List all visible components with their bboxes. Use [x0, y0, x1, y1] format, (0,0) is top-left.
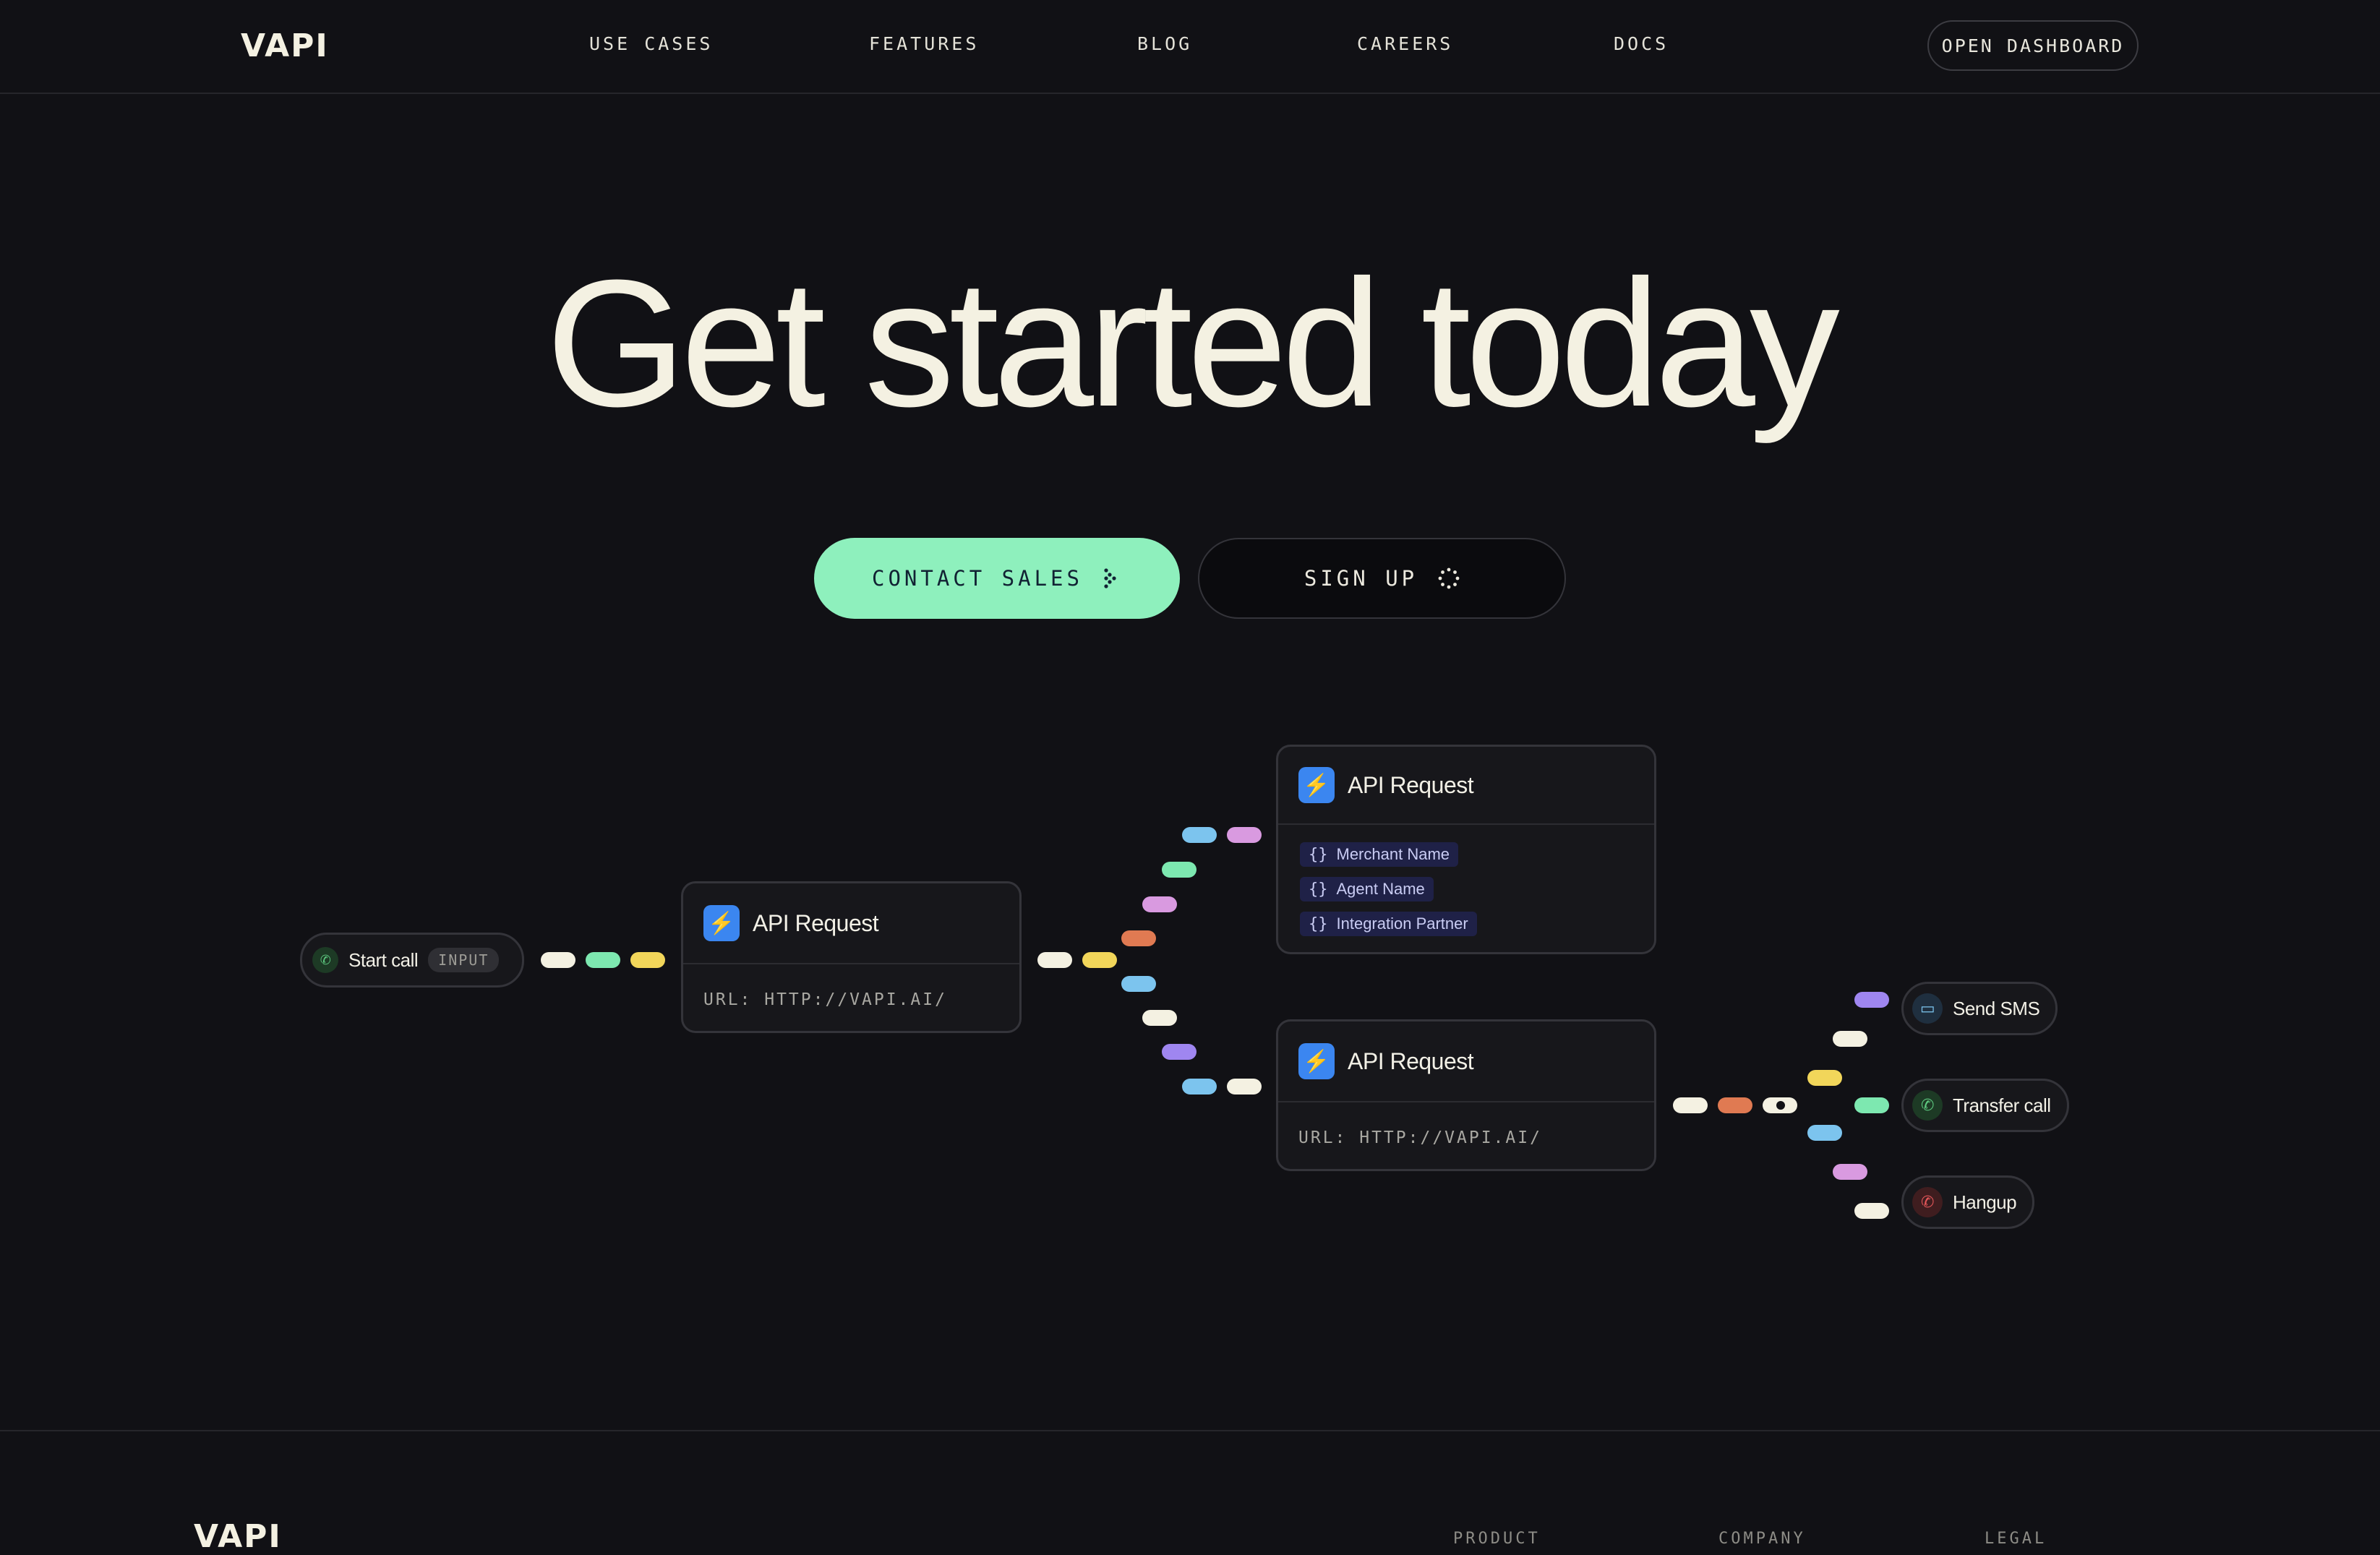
- connector-dash: [1121, 930, 1156, 946]
- api-request-header: ⚡ API Request: [1278, 1021, 1654, 1102]
- connector-dash: [1182, 827, 1217, 843]
- plug-icon: ⚡: [1298, 767, 1335, 803]
- connector-dash: [1807, 1070, 1842, 1086]
- api-request-header: ⚡ API Request: [683, 883, 1019, 964]
- api-request-url: URL: HTTP://VAPI.AI/: [703, 990, 947, 1009]
- footer-heading-company: COMPANY: [1718, 1530, 1806, 1548]
- api-request-node-3[interactable]: ⚡ API Request URL: HTTP://VAPI.AI/: [1276, 1019, 1656, 1171]
- nav-link-careers[interactable]: CAREERS: [1357, 33, 1453, 54]
- variable-label: Agent Name: [1336, 880, 1425, 898]
- connector-dash: [1142, 896, 1177, 912]
- api-request-title: API Request: [1348, 771, 1474, 798]
- connector-dash: [1182, 1079, 1217, 1095]
- connector-dash: [1227, 827, 1262, 843]
- connector-dash: [1854, 1203, 1889, 1219]
- hangup-icon: ✆: [1912, 1187, 1943, 1217]
- connector-dash: [1142, 1010, 1177, 1026]
- send-sms-label: Send SMS: [1953, 997, 2040, 1019]
- braces-icon: {}: [1309, 845, 1328, 864]
- hero-title: Get started today: [546, 242, 1840, 444]
- connector-dash: [1833, 1031, 1867, 1047]
- open-dashboard-button[interactable]: OPEN DASHBOARD: [1927, 20, 2139, 71]
- api-request-url: URL: HTTP://VAPI.AI/: [1298, 1128, 1542, 1147]
- connector-dash: [1121, 976, 1156, 992]
- connector-dash: [1082, 952, 1117, 968]
- connector-dash: [1162, 862, 1197, 878]
- variable-tag: {} Agent Name: [1300, 877, 1434, 901]
- footer-divider: [0, 1430, 2380, 1431]
- hangup-label: Hangup: [1953, 1191, 2017, 1213]
- vapi-logo[interactable]: VAPI: [241, 27, 329, 64]
- arrow-dots-icon: [1104, 568, 1116, 588]
- transfer-call-label: Transfer call: [1953, 1094, 2051, 1116]
- variable-tag: {} Merchant Name: [1300, 842, 1459, 867]
- loader-dots-icon: [1438, 567, 1460, 589]
- transfer-call-node[interactable]: ✆ Transfer call: [1901, 1079, 2069, 1132]
- variable-label: Merchant Name: [1336, 845, 1450, 863]
- connector-dash: [541, 952, 575, 968]
- connector-dash: [1673, 1097, 1708, 1113]
- connector-dash: [1807, 1125, 1842, 1141]
- sign-up-button[interactable]: SIGN UP: [1198, 538, 1566, 619]
- sign-up-label: SIGN UP: [1304, 566, 1418, 591]
- api-request-title: API Request: [1348, 1048, 1474, 1074]
- variable-list: {} Merchant Name {} Agent Name {} Integr…: [1278, 825, 1654, 946]
- api-request-node-2[interactable]: ⚡ API Request {} Merchant Name {} Agent …: [1276, 745, 1656, 954]
- plug-icon: ⚡: [1298, 1043, 1335, 1079]
- nav-link-features[interactable]: FEATURES: [869, 33, 979, 54]
- footer-heading-product: PRODUCT: [1453, 1530, 1541, 1548]
- connector-dash: [586, 952, 620, 968]
- connector-dash: [1854, 992, 1889, 1008]
- connector-dash: [1854, 1097, 1889, 1113]
- nav-link-use-cases[interactable]: USE CASES: [589, 33, 713, 54]
- phone-icon: ✆: [1912, 1090, 1943, 1121]
- contact-sales-button[interactable]: CONTACT SALES: [814, 538, 1180, 619]
- connector-dash: [1162, 1044, 1197, 1060]
- message-icon: ▭: [1912, 993, 1943, 1024]
- api-request-header: ⚡ API Request: [1278, 747, 1654, 825]
- start-call-node[interactable]: ✆ Start call INPUT: [300, 933, 524, 988]
- input-badge: INPUT: [428, 948, 500, 972]
- variable-tag: {} Integration Partner: [1300, 912, 1477, 936]
- top-nav: VAPI USE CASES FEATURES BLOG CAREERS DOC…: [0, 0, 2380, 94]
- connector-dash: [1227, 1079, 1262, 1095]
- send-sms-node[interactable]: ▭ Send SMS: [1901, 982, 2058, 1035]
- api-request-title: API Request: [753, 909, 879, 936]
- footer-heading-legal: LEGAL: [1985, 1530, 2047, 1548]
- plug-icon: ⚡: [703, 905, 740, 941]
- connector-dash: [1037, 952, 1072, 968]
- api-request-node-1[interactable]: ⚡ API Request URL: HTTP://VAPI.AI/: [681, 881, 1022, 1033]
- variable-label: Integration Partner: [1336, 914, 1468, 933]
- phone-start-icon: ✆: [312, 947, 338, 973]
- hangup-node[interactable]: ✆ Hangup: [1901, 1175, 2035, 1229]
- connector-dash: [630, 952, 665, 968]
- braces-icon: {}: [1309, 880, 1328, 899]
- footer-vapi-logo[interactable]: VAPI: [194, 1518, 282, 1555]
- nav-link-docs[interactable]: DOCS: [1614, 33, 1669, 54]
- start-call-label: Start call: [348, 948, 419, 971]
- nav-link-blog[interactable]: BLOG: [1137, 33, 1192, 54]
- connector-knob: [1763, 1097, 1797, 1113]
- connector-dash: [1833, 1164, 1867, 1180]
- contact-sales-label: CONTACT SALES: [872, 566, 1083, 591]
- connector-dash: [1718, 1097, 1752, 1113]
- braces-icon: {}: [1309, 914, 1328, 933]
